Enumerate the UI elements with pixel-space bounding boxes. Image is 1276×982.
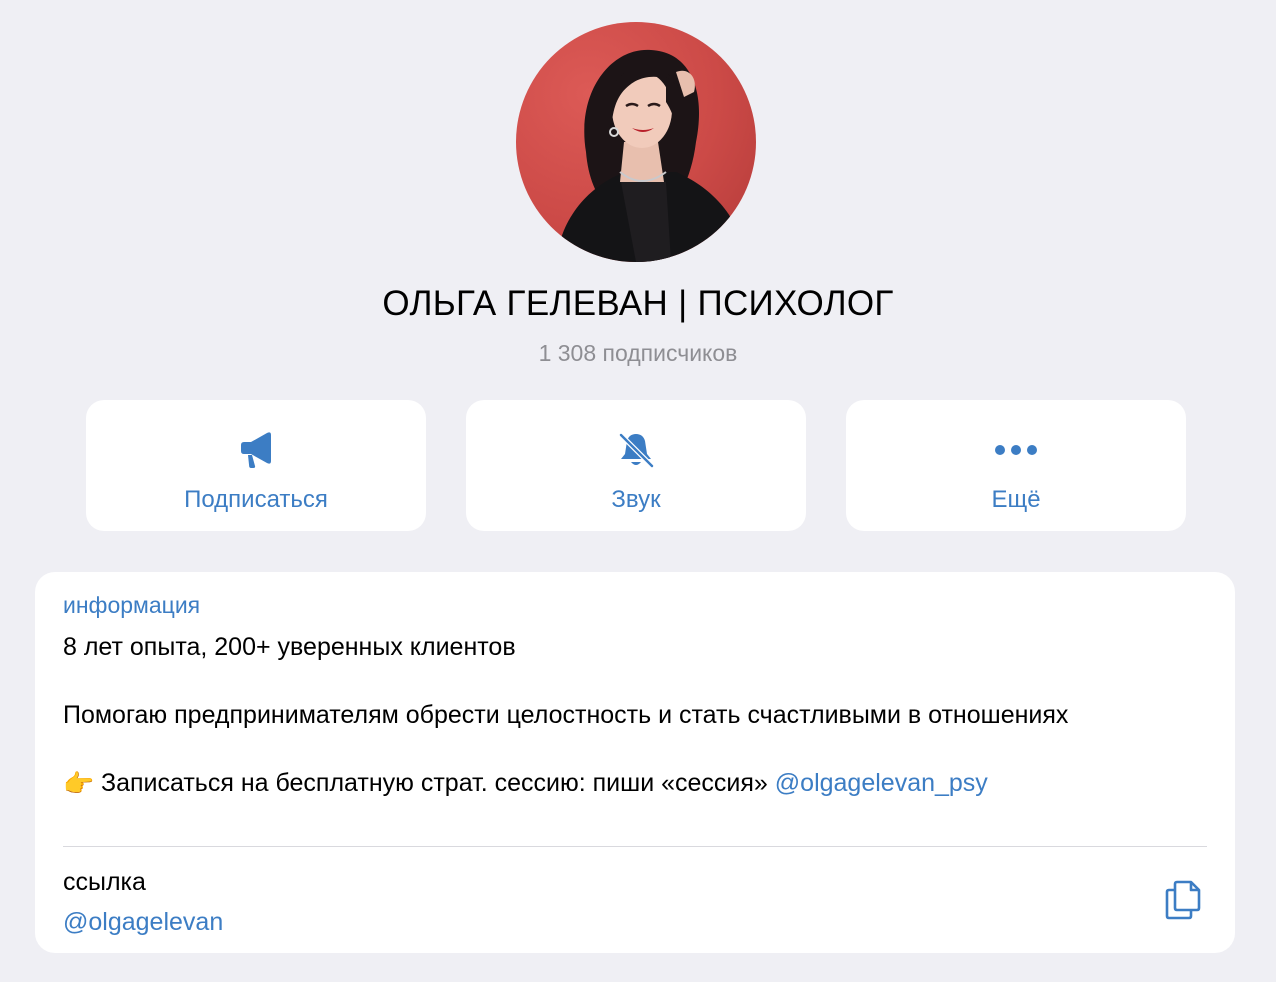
channel-avatar[interactable]	[516, 22, 756, 262]
info-label: информация	[63, 592, 201, 618]
description-line-experience: 8 лет опыта, 200+ уверенных клиентов	[63, 633, 516, 661]
link-label: ссылка	[63, 868, 146, 896]
psy-mention-link[interactable]: @olgagelevan_psy	[775, 769, 988, 797]
subscribe-button[interactable]: Подписаться	[86, 400, 426, 531]
channel-description: 8 лет опыта, 200+ уверенных клиентов Пом…	[63, 630, 1203, 801]
sound-button[interactable]: Звук	[466, 400, 806, 531]
copy-icon	[1163, 878, 1203, 925]
subscribe-label: Подписаться	[184, 486, 328, 513]
copy-link-button[interactable]	[1161, 878, 1205, 924]
info-card: информация 8 лет опыта, 200+ уверенных к…	[35, 572, 1235, 953]
description-line-session: 👉 Записаться на бесплатную страт. сессию:…	[63, 766, 1203, 801]
more-dots-icon	[994, 430, 1038, 470]
pointing-hand-icon: 👉	[63, 770, 95, 799]
action-buttons: Подписаться Звук Ещё	[86, 400, 1186, 531]
more-label: Ещё	[991, 486, 1041, 513]
divider	[63, 846, 1207, 847]
subscriber-count: 1 308 подписчиков	[538, 340, 738, 366]
session-text: Записаться на бесплатную страт. сессию: …	[101, 769, 775, 797]
more-button[interactable]: Ещё	[846, 400, 1186, 531]
avatar-photo	[556, 49, 746, 262]
channel-info-page: ОЛЬГА ГЕЛЕВАН | ПСИХОЛОГ 1 308 подписчик…	[0, 0, 1276, 982]
sound-label: Звук	[611, 486, 661, 513]
channel-link[interactable]: @olgagelevan	[63, 908, 223, 937]
channel-title: ОЛЬГА ГЕЛЕВАН | ПСИХОЛОГ	[382, 284, 894, 323]
bell-muted-icon	[616, 430, 656, 470]
description-line-mission: Помогаю предпринимателям обрести целостн…	[63, 701, 1069, 729]
megaphone-icon	[237, 430, 275, 470]
